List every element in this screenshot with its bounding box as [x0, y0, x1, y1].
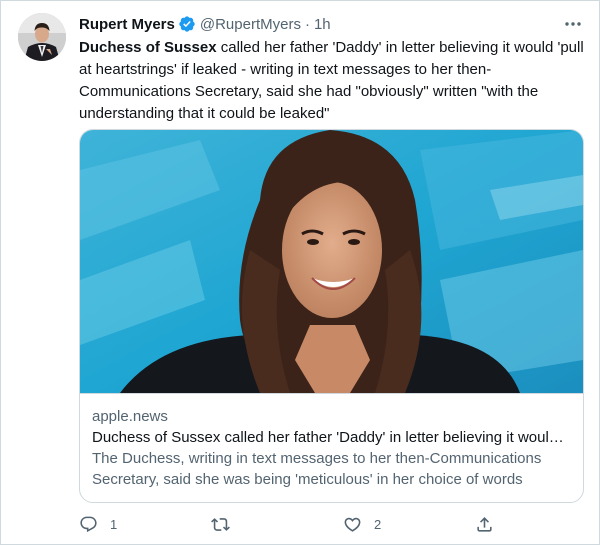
- timestamp[interactable]: 1h: [314, 16, 331, 33]
- retweet-icon: [211, 517, 230, 531]
- author-handle[interactable]: @RupertMyers: [200, 16, 301, 33]
- tweet-container[interactable]: Rupert Myers @RupertMyers · 1h Duchess o…: [0, 0, 600, 545]
- card-description: The Duchess, writing in text messages to…: [92, 450, 542, 488]
- link-preview-card[interactable]: apple.news Duchess of Sussex called her …: [79, 129, 584, 503]
- heart-icon: [344, 517, 361, 532]
- article-photo-icon: [80, 130, 583, 394]
- card-body: apple.news Duchess of Sussex called her …: [80, 394, 583, 490]
- tweet-content: Rupert Myers @RupertMyers · 1h Duchess o…: [79, 13, 584, 532]
- reply-icon: [80, 516, 97, 532]
- like-count: 2: [374, 516, 382, 532]
- profile-photo-icon: [18, 13, 66, 61]
- tweet-header: Rupert Myers @RupertMyers · 1h: [79, 13, 584, 35]
- author-name[interactable]: Rupert Myers: [79, 16, 175, 33]
- separator-dot: ·: [304, 15, 310, 33]
- retweet-button[interactable]: [211, 515, 343, 534]
- share-button[interactable]: [475, 515, 494, 534]
- reply-count: 1: [110, 516, 118, 532]
- share-icon: [477, 516, 492, 532]
- action-bar: 1 2: [79, 513, 584, 535]
- tweet-text: Duchess of Sussex called her father 'Dad…: [79, 37, 584, 125]
- more-options-icon[interactable]: [562, 15, 584, 33]
- like-button[interactable]: 2: [343, 515, 475, 534]
- avatar[interactable]: [18, 13, 66, 61]
- card-title: Duchess of Sussex called her father 'Dad…: [92, 429, 571, 446]
- verified-badge-icon: [178, 15, 196, 33]
- reply-button[interactable]: 1: [79, 515, 211, 534]
- tweet-text-bold-lead: Duchess of Sussex: [79, 39, 217, 56]
- card-domain: apple.news: [92, 408, 168, 425]
